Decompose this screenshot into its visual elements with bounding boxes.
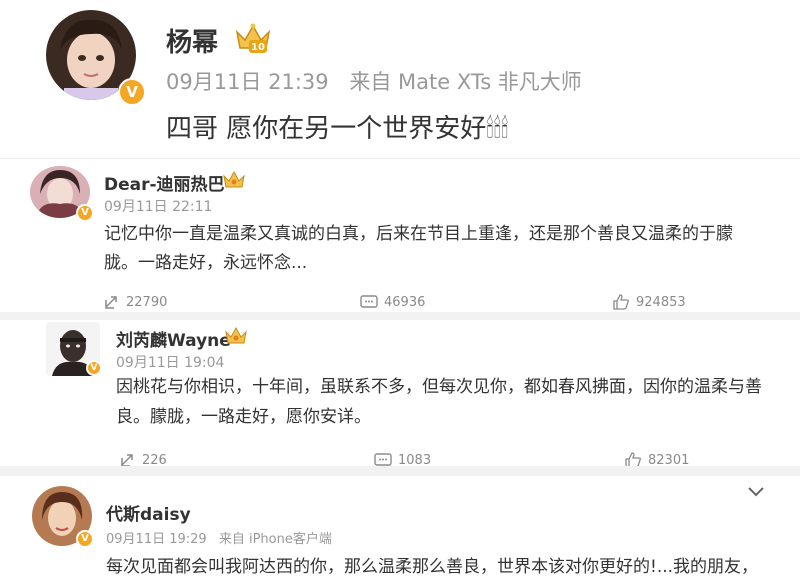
- verified-badge-icon: V: [86, 360, 102, 376]
- gold-crown-icon: [225, 326, 247, 344]
- commenter-name[interactable]: Dear-迪丽热巴: [104, 170, 225, 195]
- comment-item: V 刘芮麟Wayne 09月11日 19:04 因桃花与你相识，十年间，虽联系不…: [0, 320, 800, 468]
- divider: [0, 158, 800, 159]
- comment-content: 因桃花与你相识，十年间，虽联系不多，但每次见你，都如春风拂面，因你的温柔与善良。…: [116, 377, 762, 427]
- section-separator: [0, 466, 800, 476]
- author-name[interactable]: 杨幂: [166, 22, 218, 59]
- comment-source: 来自 iPhone客户端: [218, 532, 332, 547]
- comment-timestamp[interactable]: 09月11日 19:04: [116, 352, 224, 372]
- verified-badge-icon: V: [76, 204, 94, 222]
- comment-icon: [360, 295, 378, 308]
- comment-content: 记忆中你一直是温柔又真诚的白真，后来在节目上重逢，还是那个善良又温柔的于朦胧。一…: [104, 224, 733, 273]
- repost-button[interactable]: 22790: [104, 294, 167, 310]
- comment-timestamp[interactable]: 09月11日 19:29: [106, 532, 207, 547]
- gold-crown-icon: [223, 170, 245, 188]
- verified-badge-icon: V: [118, 78, 146, 106]
- comment-item: V 代斯daisy 09月11日 19:29 来自 iPhone客户端 每次见面…: [0, 476, 800, 577]
- verified-badge-icon: V: [76, 530, 94, 548]
- commenter-name[interactable]: 代斯daisy: [106, 500, 191, 525]
- comment-button[interactable]: 46936: [360, 294, 425, 310]
- comment-timestamp[interactable]: 09月11日 22:11: [104, 196, 212, 216]
- thumbs-up-icon: [613, 294, 629, 310]
- repost-icon: [105, 296, 117, 309]
- post-source: 来自 Mate XTs 非凡大师: [349, 70, 582, 94]
- like-button[interactable]: 924853: [612, 294, 686, 310]
- comment-item: V Dear-迪丽热巴 09月11日 22:11 记忆中你一直是温柔又真诚的白真…: [0, 160, 800, 316]
- section-separator: [0, 312, 800, 320]
- post-meta: 09月11日 21:39 来自 Mate XTs 非凡大师: [166, 66, 582, 96]
- svg-text:10: 10: [251, 42, 265, 53]
- chevron-down-icon[interactable]: [746, 484, 766, 498]
- post-content: 四哥 愿你在另一个世界安好🕯🕯🕯: [166, 114, 509, 144]
- comment-content: 每次见面都会叫我阿达西的你，那么温柔那么善良，世界本该对你更好的!...我的朋友…: [106, 557, 759, 577]
- comment-meta: 09月11日 19:29 来自 iPhone客户端: [106, 528, 332, 547]
- repost-count: 22790: [126, 294, 168, 310]
- commenter-name[interactable]: 刘芮麟Wayne: [116, 326, 231, 351]
- gold-crown-level-10-icon: 10: [235, 23, 271, 53]
- main-post: V 杨幂 10 09月11日 21:39 来自 Mate XTs 非凡大师 四哥…: [0, 0, 800, 160]
- comment-count: 46936: [384, 294, 426, 310]
- post-timestamp[interactable]: 09月11日 21:39: [166, 70, 329, 94]
- like-count: 924853: [636, 294, 686, 310]
